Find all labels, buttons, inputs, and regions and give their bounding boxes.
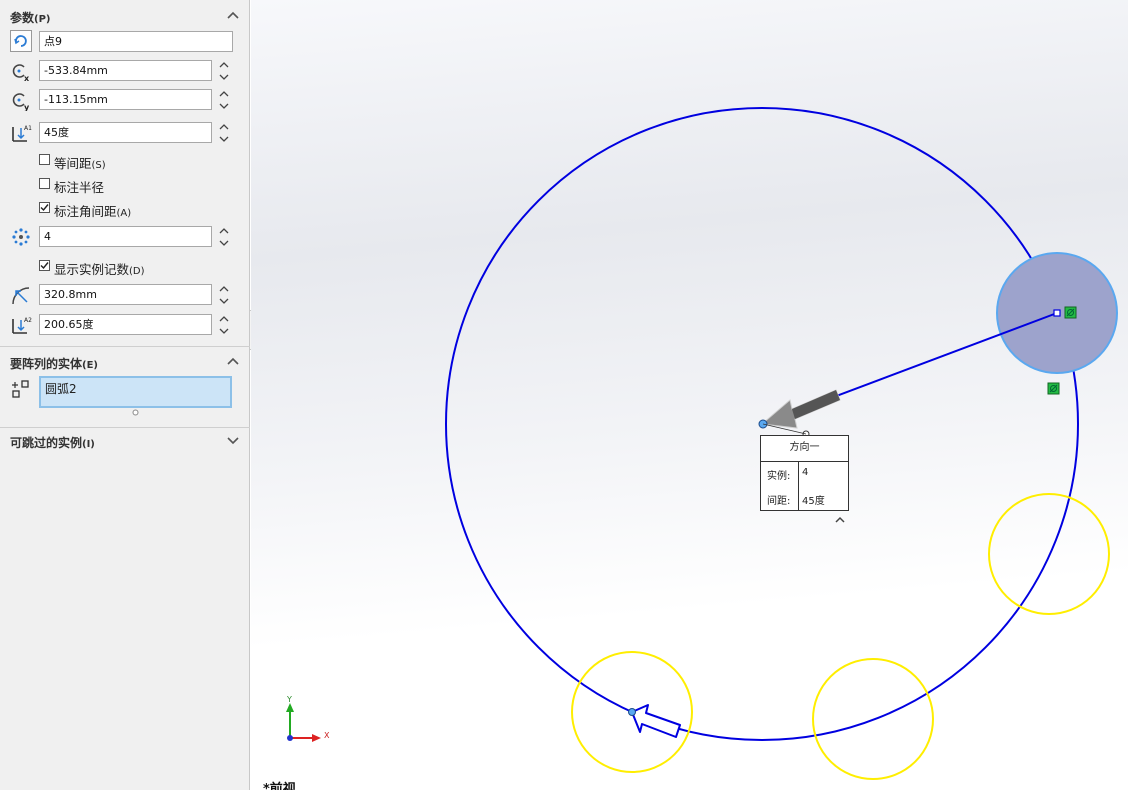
pattern-callout[interactable]: 方向一 实例: 4 间距: 45度 — [760, 435, 849, 511]
relation-icon[interactable] — [1047, 382, 1060, 395]
resize-grip-icon[interactable] — [132, 409, 139, 416]
center-x-icon: x — [10, 60, 32, 83]
dim-radius-label: 标注半径 — [54, 180, 105, 195]
arc-end-point[interactable] — [628, 708, 636, 716]
callout-title: 方向一 — [761, 436, 848, 462]
params-section-header[interactable]: 参数(P) — [0, 6, 250, 26]
arc-drag-arrow-handle[interactable] — [631, 704, 681, 738]
property-manager-panel: 参数(P) 点9 x -533.84mm y -113.15mm A1 45度 … — [0, 0, 250, 790]
show-instance-count-label: 显示实例记数(D) — [54, 262, 145, 277]
angle-spinner[interactable] — [218, 122, 230, 144]
entities-to-pattern-icon — [10, 378, 32, 400]
center-y-icon: y — [10, 89, 32, 112]
callout-instances-value[interactable]: 4 — [802, 467, 808, 478]
dim-radius-checkbox[interactable] — [39, 178, 50, 189]
relation-icon[interactable] — [1064, 306, 1077, 319]
callout-collapse-chevron-icon[interactable] — [834, 514, 846, 524]
chevron-up-icon[interactable] — [226, 354, 240, 368]
arc-angle-icon: A2 — [10, 314, 32, 336]
triad-y-label: Y — [286, 695, 292, 704]
center-y-field[interactable]: -113.15mm — [39, 89, 212, 110]
chevron-up-icon[interactable] — [226, 8, 240, 22]
checkmark-icon — [40, 262, 49, 270]
chevron-down-icon[interactable] — [226, 433, 240, 447]
radius-field[interactable]: 320.8mm — [39, 284, 212, 305]
svg-text:A1: A1 — [24, 125, 32, 132]
equal-spacing-checkbox[interactable] — [39, 154, 50, 165]
graphics-viewport[interactable]: Y X *前视 — [251, 0, 1128, 790]
callout-divider — [798, 461, 799, 510]
direction-arrow-handle[interactable] — [760, 389, 841, 429]
svg-text:y: y — [24, 103, 30, 111]
triad-x-label: X — [324, 731, 330, 740]
callout-spacing-label: 间距: — [767, 496, 791, 507]
svg-text:x: x — [24, 74, 30, 82]
entities-selection-list[interactable]: 圆弧2 — [39, 376, 232, 408]
instance-count-spinner[interactable] — [218, 226, 230, 248]
checkmark-icon — [40, 204, 49, 212]
reverse-direction-icon[interactable] — [10, 30, 32, 52]
dim-angle-spacing-label: 标注角间距(A) — [54, 204, 132, 219]
endpoint-handle[interactable] — [1053, 309, 1061, 317]
angle-field[interactable]: 45度 — [39, 122, 212, 143]
skip-section-title: 可跳过的实例(I) — [10, 436, 95, 450]
view-orientation-label: *前视 — [263, 782, 296, 790]
equal-spacing-label: 等间距(S) — [54, 156, 106, 171]
center-x-field[interactable]: -533.84mm — [39, 60, 212, 81]
entities-section-header[interactable]: 要阵列的实体(E) — [0, 352, 250, 372]
section-divider — [0, 346, 250, 347]
radius-spinner[interactable] — [218, 284, 230, 306]
entities-section-title: 要阵列的实体(E) — [10, 357, 98, 371]
sketch-canvas[interactable]: Y X — [251, 0, 1128, 790]
entity-item[interactable]: 圆弧2 — [45, 382, 77, 396]
instance-count-field[interactable]: 4 — [39, 226, 212, 247]
callout-instances-label: 实例: — [767, 471, 791, 482]
center-point-field[interactable]: 点9 — [39, 31, 233, 52]
instance-count-icon — [10, 226, 32, 248]
params-section-title: 参数(P) — [10, 11, 51, 25]
angle-icon: A1 — [10, 122, 32, 144]
svg-text:A2: A2 — [24, 317, 32, 324]
center-x-spinner[interactable] — [218, 60, 230, 82]
section-divider — [0, 427, 250, 428]
radius-icon — [10, 284, 32, 306]
dim-angle-spacing-checkbox[interactable] — [39, 202, 50, 213]
center-y-spinner[interactable] — [218, 89, 230, 111]
callout-spacing-value[interactable]: 45度 — [802, 492, 825, 507]
arc-angle-field[interactable]: 200.65度 — [39, 314, 212, 335]
arc-angle-spinner[interactable] — [218, 314, 230, 336]
show-instance-count-checkbox[interactable] — [39, 260, 50, 271]
coordinate-triad — [286, 703, 321, 742]
skip-section-header[interactable]: 可跳过的实例(I) — [0, 431, 250, 451]
